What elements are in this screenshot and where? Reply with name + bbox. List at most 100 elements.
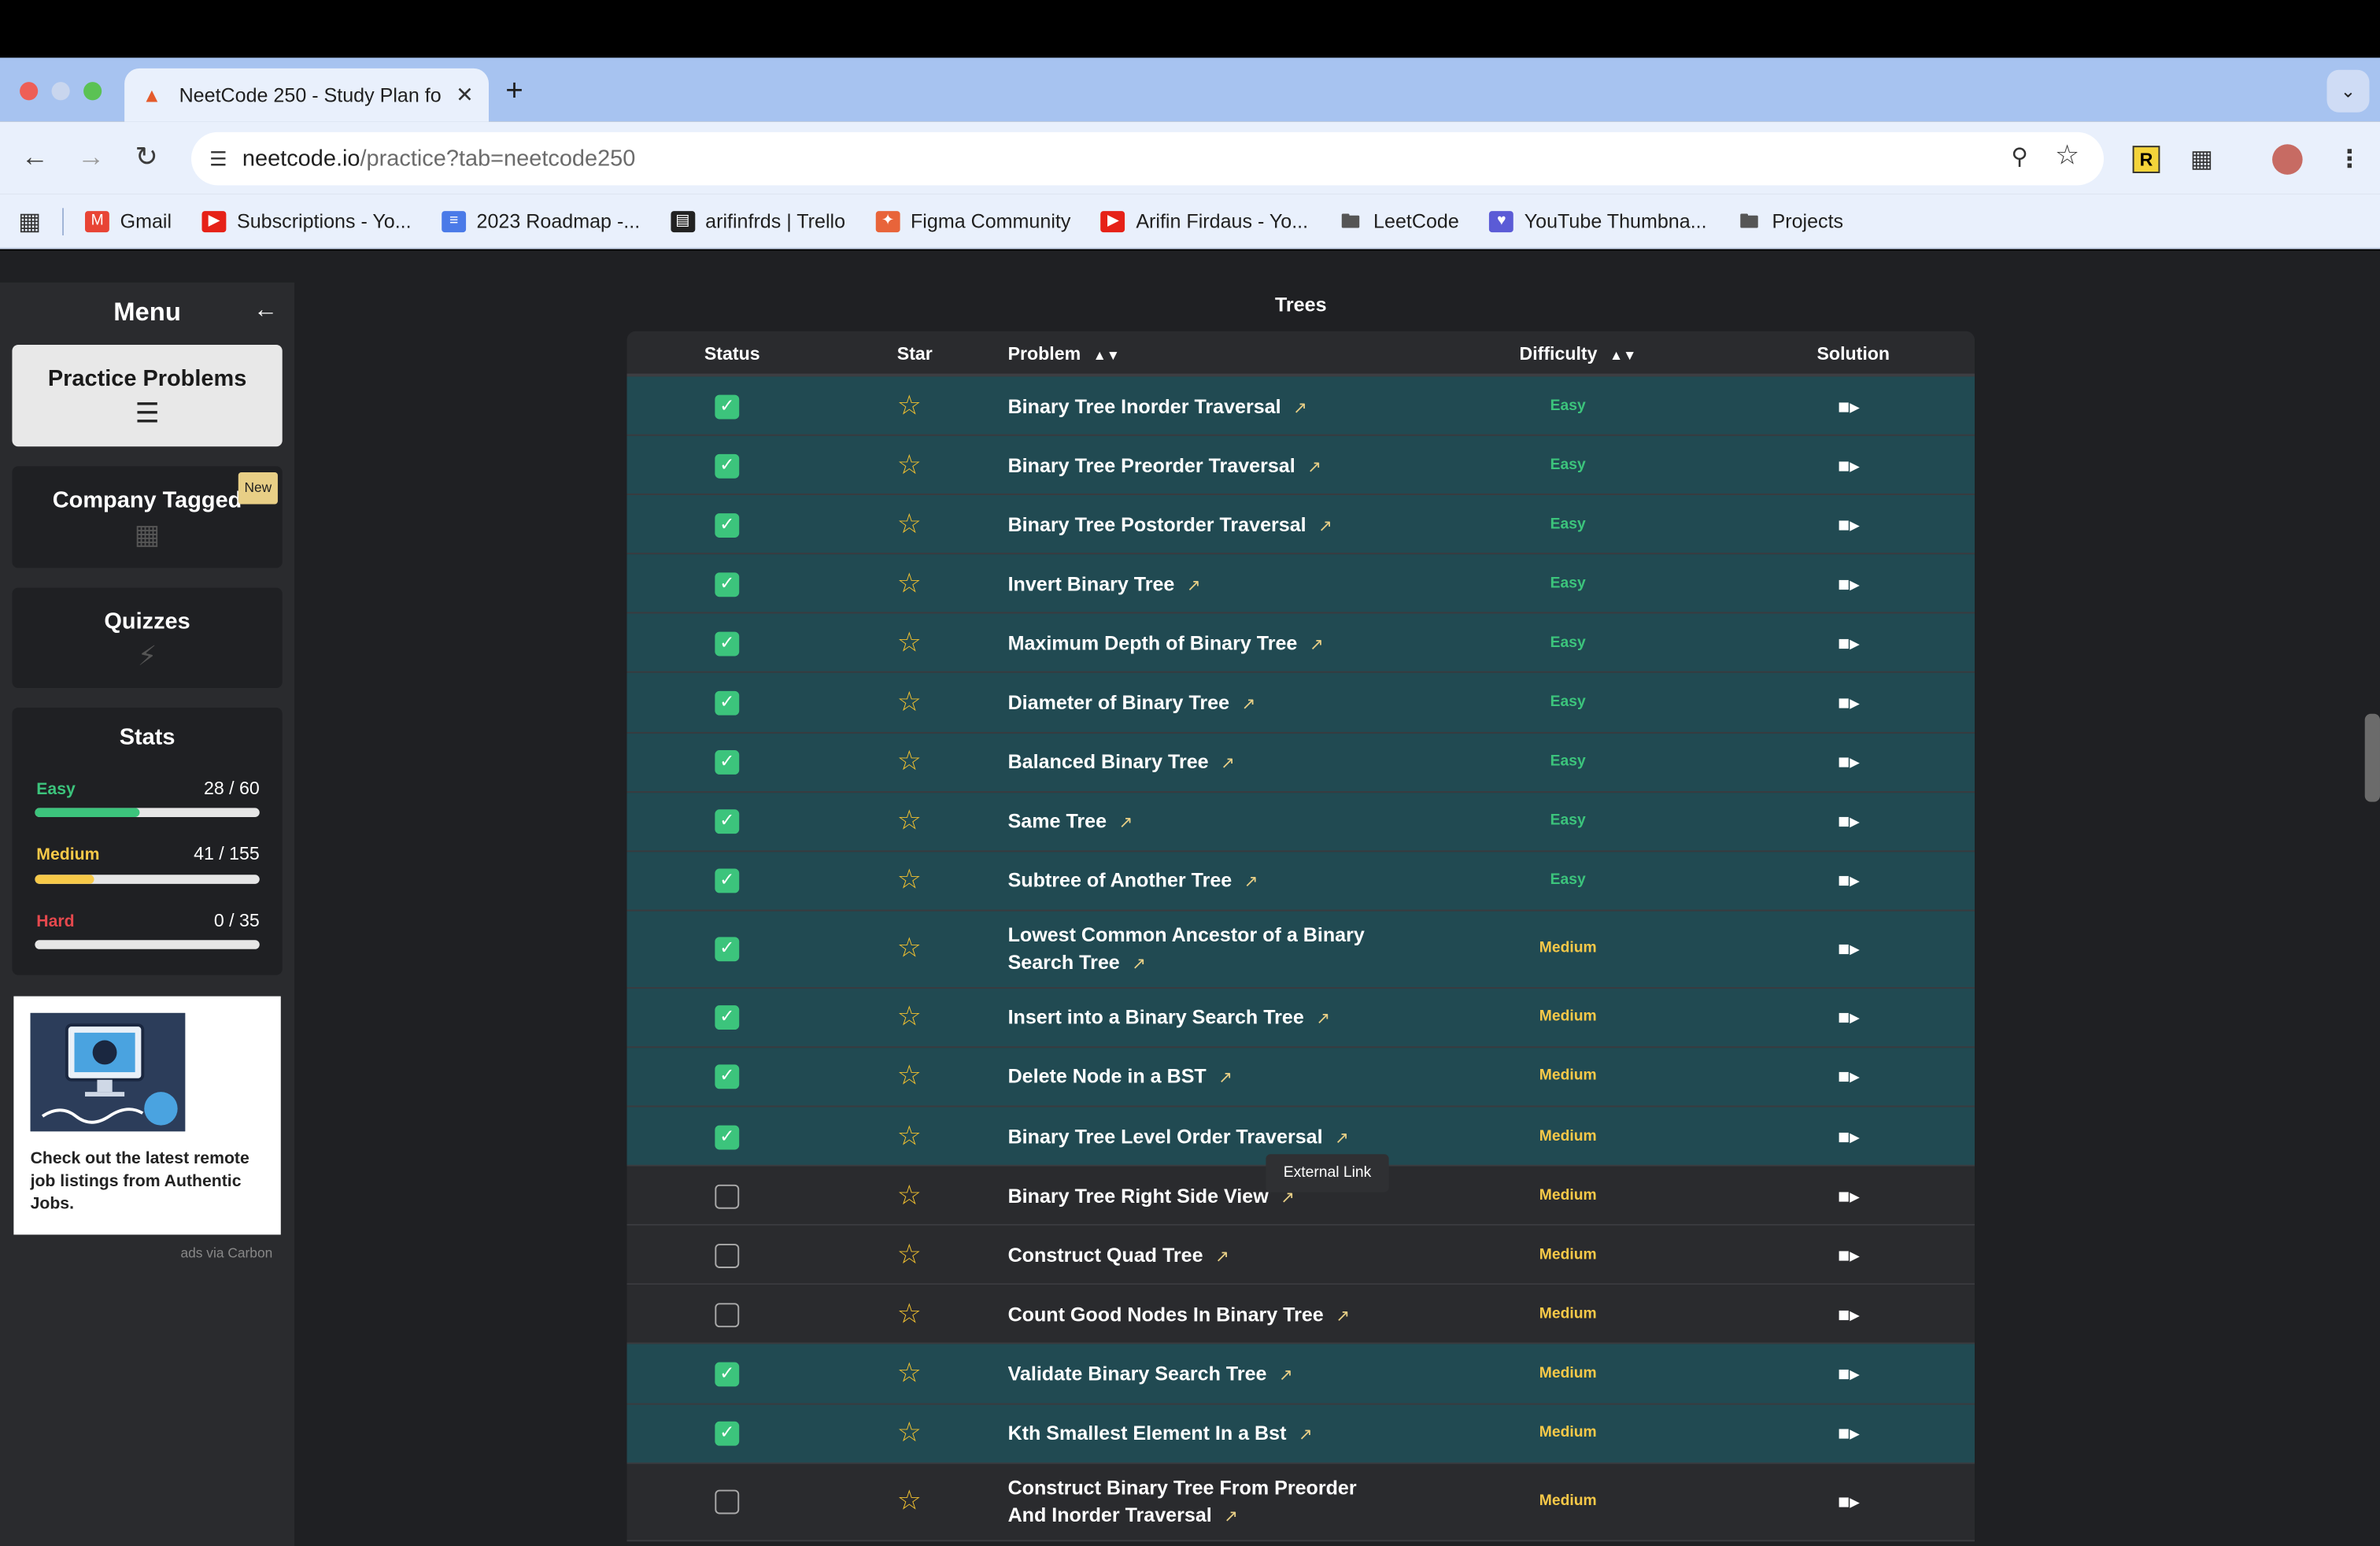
star-icon[interactable]: ☆ [897,509,922,541]
external-link-icon[interactable]: ↗ [1244,874,1258,892]
status-checkbox[interactable]: ✓ [715,1362,740,1387]
star-icon[interactable]: ☆ [897,1417,922,1449]
bookmark-trello[interactable]: ▤ arifinfrds | Trello [670,209,845,232]
problem-link[interactable]: Insert into a Binary Search Tree ↗ [1008,1004,1388,1034]
video-solution-icon[interactable]: ■▸ [1826,1065,1872,1089]
star-icon[interactable]: ☆ [897,1179,922,1211]
bookmark-leetcode[interactable]: 🖿 LeetCode [1339,209,1459,232]
extensions-puzzle-icon[interactable]: ▦ [2190,144,2213,175]
external-link-icon[interactable]: ↗ [1318,517,1332,535]
external-link-icon[interactable]: ↗ [1224,1508,1238,1526]
star-icon[interactable]: ☆ [897,1358,922,1390]
status-checkbox[interactable]: ✓ [715,1065,740,1090]
forward-arrow-icon[interactable]: → [77,141,105,173]
star-icon[interactable]: ☆ [897,686,922,719]
status-checkbox[interactable]: ✓ [715,1124,740,1149]
external-link-icon[interactable]: ↗ [1118,814,1133,832]
star-icon[interactable]: ☆ [897,1061,922,1093]
ad-credit-link[interactable]: ads via Carbon [180,1245,272,1260]
external-link-icon[interactable]: ↗ [1187,577,1201,595]
profile-avatar[interactable] [2272,144,2303,175]
star-icon[interactable]: ☆ [897,1001,922,1034]
video-solution-icon[interactable]: ■▸ [1826,513,1872,538]
problem-link[interactable]: Construct Quad Tree ↗ [1008,1242,1388,1271]
status-checkbox[interactable]: ✓ [715,453,740,479]
status-checkbox[interactable] [715,1303,740,1327]
status-checkbox[interactable] [715,1243,740,1268]
problem-link[interactable]: Maximum Depth of Binary Tree ↗ [1008,630,1388,659]
browser-menu-icon[interactable]: ⋮ [2338,144,2362,175]
video-solution-icon[interactable]: ■▸ [1826,1184,1872,1208]
status-checkbox[interactable]: ✓ [715,572,740,597]
scrollbar-thumb[interactable] [2364,713,2380,802]
new-tab-button[interactable]: + [505,75,523,109]
problem-link[interactable]: Same Tree ↗ [1008,808,1388,838]
close-window-button[interactable] [20,82,39,101]
site-settings-icon[interactable]: ☰ [209,146,227,171]
collapse-arrow-icon[interactable]: ← [253,298,278,325]
status-checkbox[interactable]: ✓ [715,631,740,656]
external-link-icon[interactable]: ↗ [1215,1248,1229,1266]
tab-search-button[interactable]: ⌄ [2326,69,2370,113]
back-arrow-icon[interactable]: ← [21,141,49,173]
problem-link[interactable]: Balanced Binary Tree ↗ [1008,749,1388,778]
problem-link[interactable]: Invert Binary Tree ↗ [1008,571,1388,600]
status-checkbox[interactable]: ✓ [715,394,740,419]
video-solution-icon[interactable]: ■▸ [1826,691,1872,716]
problem-link[interactable]: Binary Tree Postorder Traversal ↗ [1008,512,1388,541]
problem-link[interactable]: Kth Smallest Element In a Bst ↗ [1008,1420,1388,1449]
browser-tab[interactable]: ▲ NeetCode 250 - Study Plan fo ✕ [124,68,489,122]
address-bar[interactable]: ☰ neetcode.io/practice?tab=neetcode250 ⚲… [190,131,2104,186]
status-checkbox[interactable]: ✓ [715,690,740,716]
star-icon[interactable]: ☆ [897,449,922,481]
status-checkbox[interactable]: ✓ [715,938,740,962]
header-problem[interactable]: Problem ▲▼ [1008,343,1120,364]
status-checkbox[interactable] [715,1489,740,1515]
close-tab-icon[interactable]: ✕ [456,82,474,108]
video-solution-icon[interactable]: ■▸ [1826,750,1872,775]
bookmark-roadmap[interactable]: ≡ 2023 Roadmap -... [442,209,640,232]
external-link-icon[interactable]: ↗ [1293,399,1307,417]
star-icon[interactable]: ☆ [897,1239,922,1271]
video-solution-icon[interactable]: ■▸ [1826,810,1872,834]
external-link-icon[interactable]: ↗ [1279,1367,1293,1385]
external-link-icon[interactable]: ↗ [1299,1426,1313,1444]
video-solution-icon[interactable]: ■▸ [1826,1244,1872,1268]
star-icon[interactable]: ☆ [897,745,922,778]
problem-link[interactable]: Construct Binary Tree From Preorder And … [1008,1475,1388,1531]
video-solution-icon[interactable]: ■▸ [1826,1490,1872,1515]
status-checkbox[interactable]: ✓ [715,750,740,775]
external-link-icon[interactable]: ↗ [1241,696,1255,714]
star-icon[interactable]: ☆ [897,1120,922,1152]
star-icon[interactable]: ☆ [897,933,922,965]
video-solution-icon[interactable]: ■▸ [1826,1422,1872,1446]
status-checkbox[interactable]: ✓ [715,1421,740,1446]
status-checkbox[interactable]: ✓ [715,512,740,538]
status-checkbox[interactable]: ✓ [715,1005,740,1030]
problem-link[interactable]: Subtree of Another Tree ↗ [1008,867,1388,897]
star-icon[interactable]: ☆ [897,568,922,600]
problem-link[interactable]: Binary Tree Level Order Traversal ↗ [1008,1123,1388,1152]
problem-link[interactable]: Delete Node in a BST ↗ [1008,1063,1388,1093]
header-difficulty[interactable]: Difficulty ▲▼ [1519,343,1636,364]
video-solution-icon[interactable]: ■▸ [1826,1125,1872,1149]
star-icon[interactable]: ☆ [897,1298,922,1330]
external-link-icon[interactable]: ↗ [1316,1011,1330,1029]
video-solution-icon[interactable]: ■▸ [1826,938,1872,962]
external-link-icon[interactable]: ↗ [1307,458,1321,476]
status-checkbox[interactable]: ✓ [715,809,740,834]
external-link-icon[interactable]: ↗ [1336,1307,1350,1326]
video-solution-icon[interactable]: ■▸ [1826,869,1872,893]
problem-link[interactable]: Lowest Common Ancestor of a Binary Searc… [1008,923,1388,978]
star-icon[interactable]: ☆ [897,627,922,660]
status-checkbox[interactable] [715,1184,740,1209]
video-solution-icon[interactable]: ■▸ [1826,572,1872,597]
star-icon[interactable]: ☆ [897,390,922,422]
problem-link[interactable]: Diameter of Binary Tree ↗ [1008,690,1388,719]
external-link-icon[interactable]: ↗ [1335,1130,1349,1148]
video-solution-icon[interactable]: ■▸ [1826,631,1872,656]
sidebar-item-quizzes[interactable]: Quizzes ⚡ [12,587,283,688]
external-link-icon[interactable]: ↗ [1310,636,1324,654]
readwise-extension-icon[interactable]: R [2132,146,2160,173]
star-icon[interactable]: ☆ [897,864,922,897]
